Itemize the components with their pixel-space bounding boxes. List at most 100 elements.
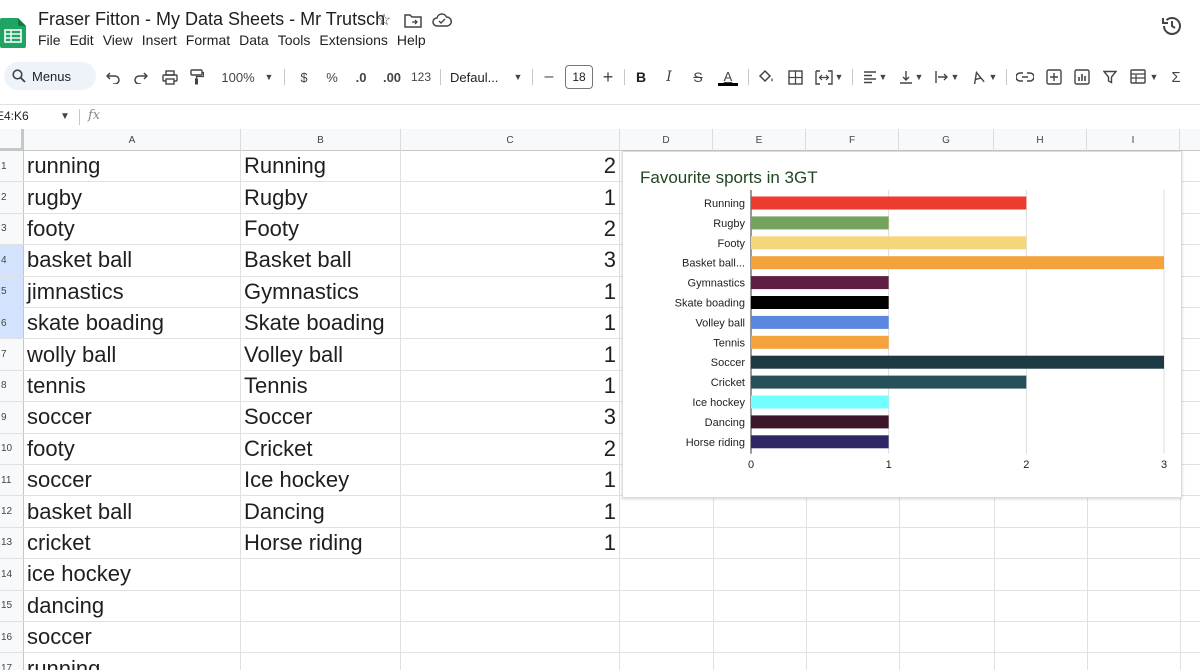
cell-a[interactable]: footy bbox=[24, 213, 241, 245]
cell-c[interactable]: 3 bbox=[401, 402, 620, 433]
currency-format-button[interactable]: $ bbox=[296, 65, 312, 89]
column-header-f[interactable]: F bbox=[806, 129, 899, 151]
menu-format[interactable]: Format bbox=[186, 32, 239, 48]
row-header[interactable]: 17 bbox=[0, 653, 24, 670]
star-icon[interactable]: ☆ bbox=[374, 10, 394, 30]
functions-button[interactable]: Σ bbox=[1168, 65, 1184, 89]
cell-b[interactable]: Ice hockey bbox=[241, 465, 401, 496]
cell-a[interactable]: dancing bbox=[24, 590, 241, 621]
menu-view[interactable]: View bbox=[103, 32, 142, 48]
bold-button[interactable]: B bbox=[634, 65, 648, 89]
row-header[interactable]: 1 bbox=[0, 151, 24, 182]
number-format-button[interactable]: 123 bbox=[408, 65, 434, 89]
cell-b[interactable]: Soccer bbox=[241, 402, 401, 433]
cell-b[interactable]: Skate boading bbox=[241, 308, 401, 339]
cell-b[interactable]: Cricket bbox=[241, 433, 401, 464]
redo-icon[interactable] bbox=[132, 65, 150, 89]
italic-button[interactable]: I bbox=[662, 65, 676, 89]
cell-c[interactable]: 1 bbox=[401, 370, 620, 402]
cell-b[interactable] bbox=[241, 559, 401, 590]
cell-a[interactable]: running bbox=[24, 653, 241, 670]
cell-b[interactable]: Basket ball bbox=[241, 245, 401, 276]
cell-a[interactable]: soccer bbox=[24, 465, 241, 496]
decrease-font-size-button[interactable]: – bbox=[542, 65, 556, 89]
menu-help[interactable]: Help bbox=[397, 32, 435, 48]
cell-a[interactable]: cricket bbox=[24, 527, 241, 559]
sheets-logo-icon[interactable] bbox=[0, 18, 26, 48]
increase-font-size-button[interactable]: + bbox=[600, 65, 616, 89]
cell-a[interactable]: wolly ball bbox=[24, 339, 241, 370]
row-header[interactable]: 15 bbox=[0, 590, 24, 621]
cell-a[interactable]: footy bbox=[24, 433, 241, 464]
row-header[interactable]: 11 bbox=[0, 465, 24, 496]
cell-b[interactable]: Tennis bbox=[241, 370, 401, 402]
row-header[interactable]: 7 bbox=[0, 339, 24, 370]
row-header[interactable]: 16 bbox=[0, 622, 24, 653]
horizontal-align-icon[interactable]: ▼ bbox=[860, 65, 890, 89]
cell-b[interactable]: Volley ball bbox=[241, 339, 401, 370]
row-header[interactable]: 3 bbox=[0, 213, 24, 245]
cell-a[interactable]: ice hockey bbox=[24, 559, 241, 590]
cell-b[interactable]: Gymnastics bbox=[241, 276, 401, 307]
row-header[interactable]: 2 bbox=[0, 182, 24, 213]
cell-c[interactable]: 1 bbox=[401, 182, 620, 213]
borders-icon[interactable] bbox=[786, 65, 804, 89]
column-header-e[interactable]: E bbox=[713, 129, 806, 151]
cell-b[interactable]: Footy bbox=[241, 213, 401, 245]
cell-c[interactable] bbox=[401, 653, 620, 670]
menu-tools[interactable]: Tools bbox=[278, 32, 320, 48]
strikethrough-button[interactable]: S bbox=[690, 65, 706, 89]
cell-c[interactable]: 1 bbox=[401, 527, 620, 559]
cell-a[interactable]: jimnastics bbox=[24, 276, 241, 307]
vertical-align-icon[interactable]: ▼ bbox=[896, 65, 926, 89]
menu-extensions[interactable]: Extensions bbox=[319, 32, 396, 48]
text-rotation-icon[interactable]: ▼ bbox=[968, 65, 1000, 89]
document-title[interactable]: Fraser Fitton - My Data Sheets - Mr Trut… bbox=[38, 9, 385, 30]
zoom-dropdown-icon[interactable]: ▼ bbox=[262, 65, 276, 89]
row-header[interactable]: 12 bbox=[0, 496, 24, 527]
cloud-saved-icon[interactable] bbox=[432, 10, 452, 30]
font-size-input[interactable]: 18 bbox=[565, 65, 593, 89]
name-box-dropdown-icon[interactable]: ▼ bbox=[60, 111, 70, 122]
undo-icon[interactable] bbox=[104, 65, 122, 89]
column-header-g[interactable]: G bbox=[899, 129, 994, 151]
bar-chart[interactable]: Favourite sports in 3GT 0 1 2 3 Running Rugby… bbox=[622, 151, 1182, 498]
cell-a[interactable]: running bbox=[24, 151, 241, 182]
text-wrapping-icon[interactable]: ▼ bbox=[932, 65, 962, 89]
cell-b[interactable]: Rugby bbox=[241, 182, 401, 213]
cell-c[interactable]: 2 bbox=[401, 151, 620, 182]
cell-a[interactable]: tennis bbox=[24, 370, 241, 402]
cell-c[interactable] bbox=[401, 590, 620, 621]
menu-insert[interactable]: Insert bbox=[142, 32, 186, 48]
cell-a[interactable]: rugby bbox=[24, 182, 241, 213]
column-header-h[interactable]: H bbox=[994, 129, 1087, 151]
cell-c[interactable] bbox=[401, 622, 620, 653]
cell-c[interactable]: 1 bbox=[401, 308, 620, 339]
cell-c[interactable]: 2 bbox=[401, 433, 620, 464]
row-header[interactable]: 5 bbox=[0, 276, 24, 307]
menu-file[interactable]: File bbox=[38, 32, 70, 48]
cell-c[interactable]: 1 bbox=[401, 276, 620, 307]
cell-b[interactable] bbox=[241, 653, 401, 670]
move-folder-icon[interactable] bbox=[403, 10, 423, 30]
row-header[interactable]: 10 bbox=[0, 433, 24, 464]
search-menus-button[interactable]: Menus bbox=[4, 62, 96, 90]
cell-b[interactable]: Horse riding bbox=[241, 527, 401, 559]
paint-format-icon[interactable] bbox=[188, 65, 206, 89]
cell-a[interactable]: skate boading bbox=[24, 308, 241, 339]
select-all-corner[interactable] bbox=[0, 129, 24, 151]
menu-data[interactable]: Data bbox=[239, 32, 278, 48]
cell-a[interactable]: soccer bbox=[24, 622, 241, 653]
increase-decimal-button[interactable]: .00 bbox=[380, 65, 404, 89]
menu-edit[interactable]: Edit bbox=[70, 32, 103, 48]
column-header-c[interactable]: C bbox=[401, 129, 620, 151]
cell-c[interactable]: 1 bbox=[401, 465, 620, 496]
cell-c[interactable]: 1 bbox=[401, 339, 620, 370]
cell-c[interactable]: 3 bbox=[401, 245, 620, 276]
column-header-a[interactable]: A bbox=[24, 129, 241, 151]
insert-comment-icon[interactable] bbox=[1044, 65, 1064, 89]
version-history-icon[interactable] bbox=[1160, 14, 1184, 38]
print-icon[interactable] bbox=[160, 65, 180, 89]
fill-color-icon[interactable] bbox=[756, 65, 776, 89]
name-box[interactable]: E4:K6 bbox=[0, 109, 29, 123]
